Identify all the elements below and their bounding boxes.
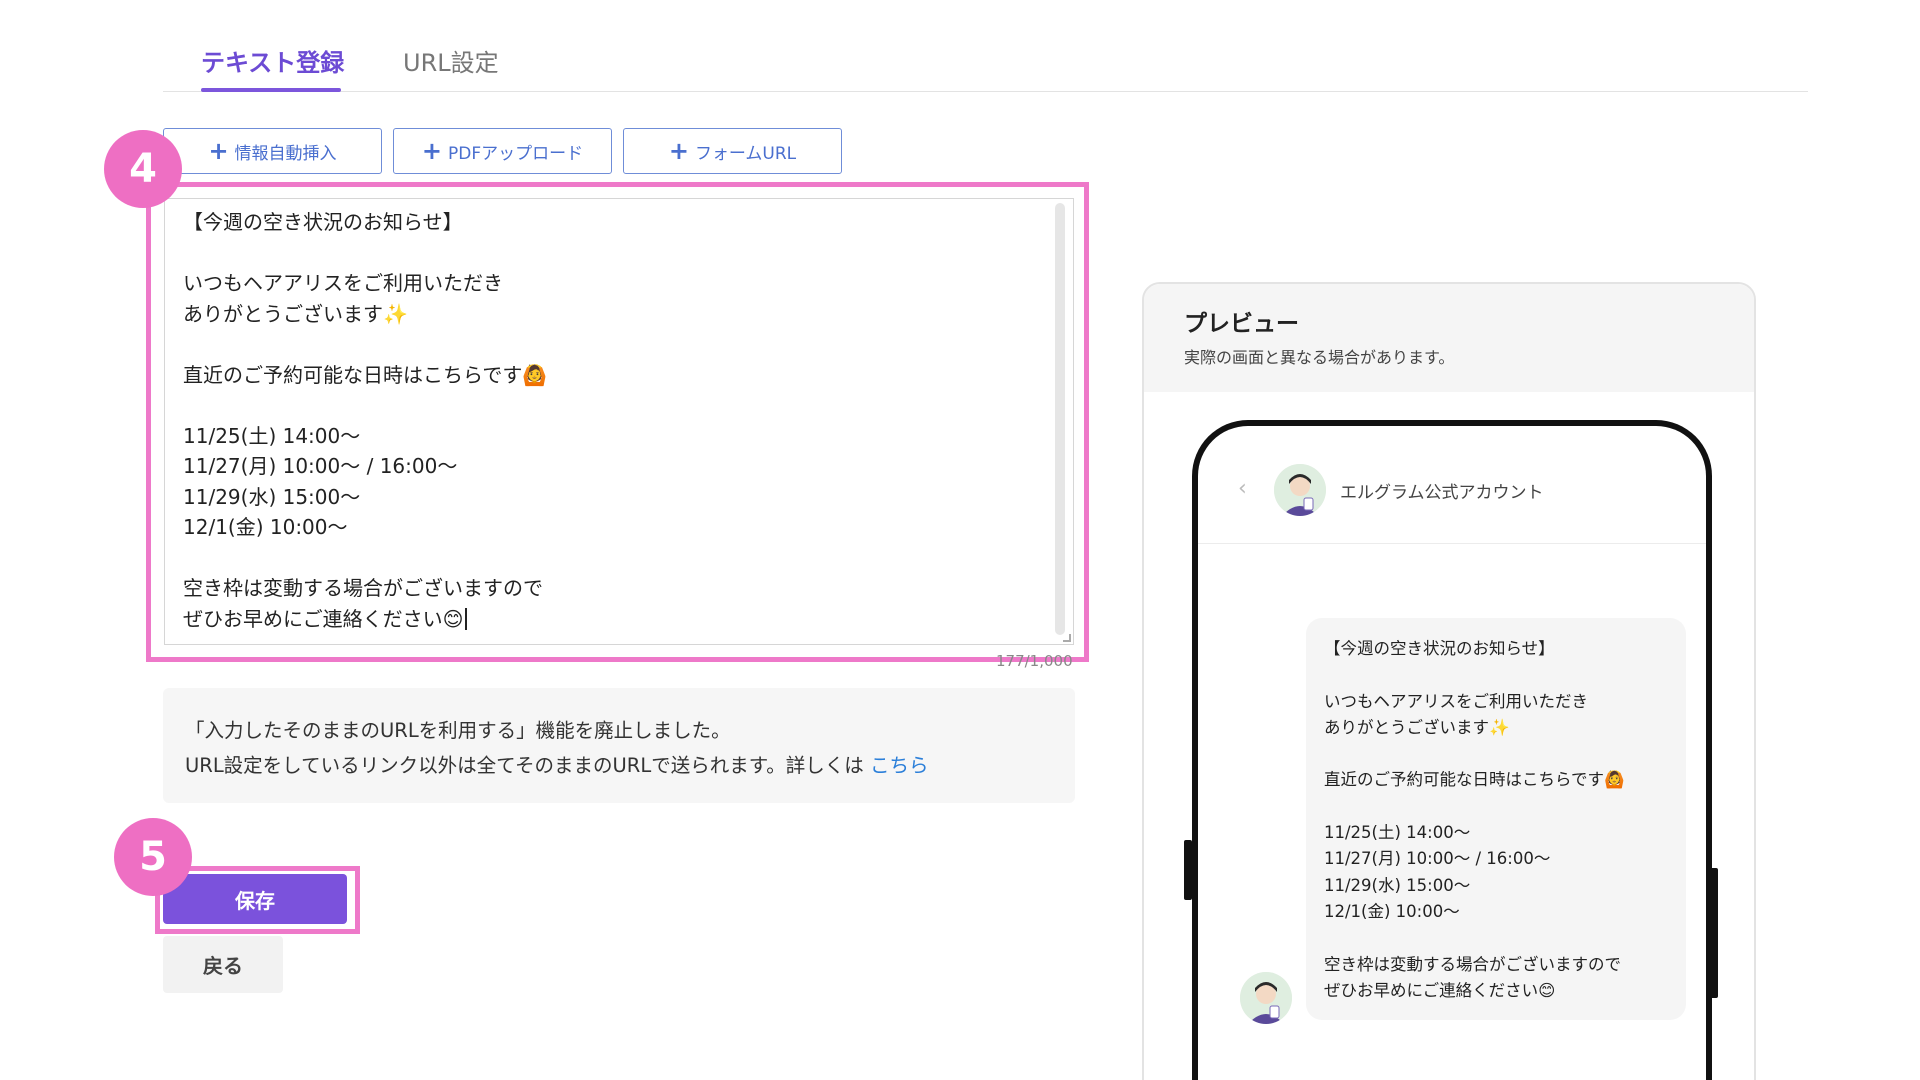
account-avatar — [1274, 464, 1326, 516]
step-badge-5: 5 — [114, 818, 192, 896]
editor-scrollbar[interactable] — [1055, 203, 1065, 635]
tab-text-registration[interactable]: テキスト登録 — [201, 48, 344, 78]
message-text[interactable]: 【今週の空き状況のお知らせ】 いつもヘアアリスをご利用いただき ありがとうござい… — [183, 207, 547, 634]
phone-mockup: ‹ エルグラム公式アカウント 【今週の空き状況のお知らせ】 いつもヘアアリスをご… — [1192, 420, 1712, 1080]
pdf-upload-button[interactable]: + PDFアップロード — [393, 128, 612, 174]
form-url-button[interactable]: + フォームURL — [623, 128, 842, 174]
notice-line-2: URL設定をしているリンク以外は全てそのままのURLで送られます。詳しくは こち… — [185, 754, 929, 777]
account-name: エルグラム公式アカウント — [1340, 483, 1544, 503]
message-bubble: 【今週の空き状況のお知らせ】 いつもヘアアリスをご利用いただき ありがとうござい… — [1306, 618, 1686, 1020]
bubble-text: 【今週の空き状況のお知らせ】 いつもヘアアリスをご利用いただき ありがとうござい… — [1324, 639, 1625, 1000]
text-caret — [465, 607, 468, 630]
auto-info-insert-label: 情報自動挿入 — [234, 143, 337, 164]
resize-handle-icon[interactable] — [1063, 634, 1071, 642]
message-textarea[interactable]: 【今週の空き状況のお知らせ】 いつもヘアアリスをご利用いただき ありがとうござい… — [164, 198, 1074, 645]
save-button[interactable]: 保存 — [163, 874, 347, 924]
url-notice-box: 「入力したそのままのURLを利用する」機能を廃止しました。 URL設定をしている… — [163, 688, 1075, 803]
tab-bar: テキスト登録 URL設定 — [163, 48, 1808, 92]
active-tab-underline — [201, 88, 341, 92]
sender-avatar — [1240, 972, 1292, 1024]
pdf-upload-label: PDFアップロード — [447, 143, 584, 164]
plus-icon: + — [421, 137, 442, 165]
preview-title: プレビュー — [1184, 311, 1299, 337]
plus-icon: + — [668, 137, 689, 165]
details-link[interactable]: こちら — [870, 754, 929, 777]
notice-line-1: 「入力したそのままのURLを利用する」機能を廃止しました。 — [185, 719, 731, 742]
auto-info-insert-button[interactable]: + 情報自動挿入 — [163, 128, 382, 174]
preview-subtitle: 実際の画面と異なる場合があります。 — [1184, 348, 1455, 367]
chevron-left-icon: ‹ — [1238, 476, 1247, 501]
phone-side-button-left — [1184, 840, 1192, 900]
tab-url-settings[interactable]: URL設定 — [403, 48, 499, 78]
plus-icon: + — [208, 137, 229, 165]
preview-panel: プレビュー 実際の画面と異なる場合があります。 ‹ エルグラム公式アカウント 【… — [1142, 282, 1756, 1080]
preview-header: プレビュー 実際の画面と異なる場合があります。 — [1144, 284, 1754, 392]
chat-header: ‹ エルグラム公式アカウント — [1198, 426, 1706, 544]
character-counter: 177/1,000 — [996, 652, 1073, 670]
form-url-label: フォームURL — [694, 143, 797, 164]
step-badge-4: 4 — [104, 130, 182, 208]
back-button[interactable]: 戻る — [163, 936, 283, 993]
